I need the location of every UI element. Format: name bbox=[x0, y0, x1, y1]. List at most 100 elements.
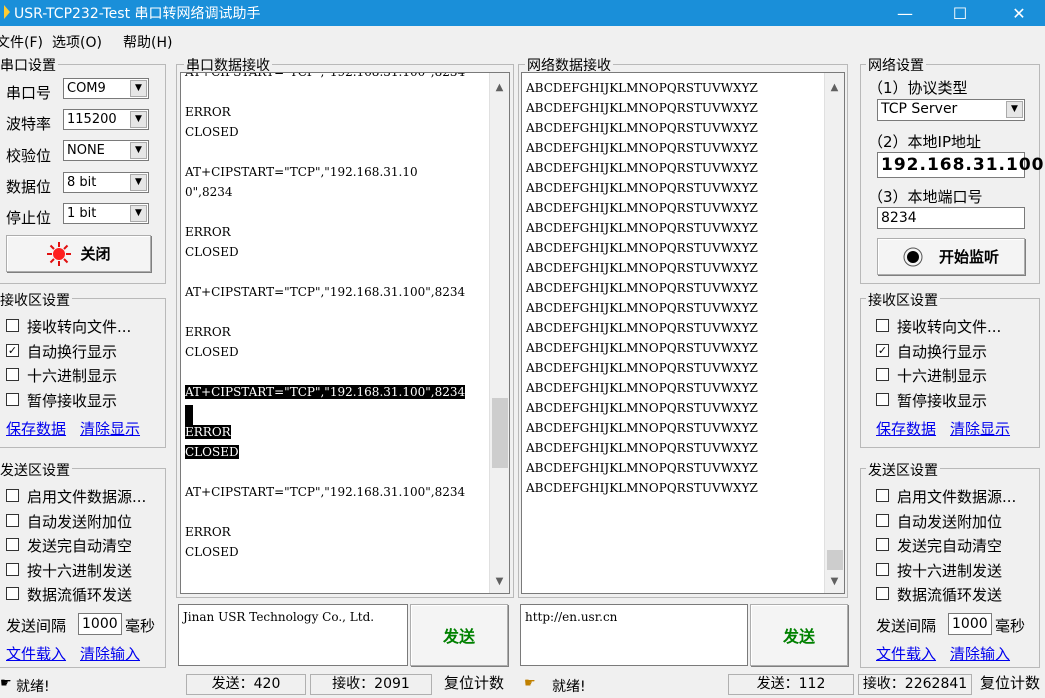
reset-count-left[interactable]: 复位计数 bbox=[436, 674, 512, 695]
menu-file[interactable]: 文件(F) bbox=[0, 32, 43, 52]
local-ip-input[interactable]: 192.168.31.100 bbox=[877, 152, 1044, 178]
chevron-down-icon[interactable]: ▼ bbox=[1006, 101, 1023, 118]
left-send-checkbox-label-2[interactable]: 发送完自动清空 bbox=[27, 535, 132, 556]
chevron-down-icon[interactable]: ▼ bbox=[491, 573, 508, 590]
menu-help[interactable]: 帮助(H) bbox=[123, 32, 172, 52]
port-select[interactable]: COM9 ▼ bbox=[63, 78, 149, 99]
left-recv-checkbox-label-1[interactable]: 自动换行显示 bbox=[27, 341, 117, 362]
chevron-down-icon[interactable]: ▼ bbox=[130, 174, 147, 191]
net-send-textarea[interactable]: http://en.usr.cn bbox=[520, 604, 748, 666]
left-save-data-link[interactable]: 保存数据 bbox=[6, 418, 66, 439]
serial-log-line bbox=[185, 405, 193, 425]
left-recv-checkbox-3[interactable] bbox=[6, 392, 19, 406]
left-recv-checkbox-0[interactable] bbox=[6, 319, 19, 332]
left-recv-checkbox-label-0[interactable]: 接收转向文件... bbox=[27, 316, 131, 337]
protocol-value: TCP Server bbox=[881, 101, 958, 117]
net-send-button[interactable]: 发送 bbox=[750, 604, 848, 666]
right-send-checkbox-label-1[interactable]: 自动发送附加位 bbox=[897, 511, 1002, 532]
left-send-checkbox-label-1[interactable]: 自动发送附加位 bbox=[27, 511, 132, 532]
scroll-thumb[interactable] bbox=[492, 398, 508, 468]
right-send-checkbox-label-3[interactable]: 按十六进制发送 bbox=[897, 560, 1002, 581]
right-recv-checkbox-label-1[interactable]: 自动换行显示 bbox=[897, 341, 987, 362]
left-send-checkbox-0[interactable] bbox=[6, 489, 19, 502]
stopbits-select[interactable]: 1 bit ▼ bbox=[63, 203, 149, 224]
right-recv-checkbox-1[interactable]: ✓ bbox=[876, 343, 889, 357]
right-send-checkbox-1[interactable] bbox=[876, 513, 889, 527]
left-send-checkbox-1[interactable] bbox=[6, 513, 19, 527]
right-file-load-link[interactable]: 文件载入 bbox=[876, 643, 936, 664]
right-recv-checkbox-2[interactable] bbox=[876, 368, 889, 381]
serial-close-button[interactable]: 关闭 bbox=[6, 235, 151, 272]
databits-label: 数据位 bbox=[6, 178, 52, 196]
right-send-checkbox-label-0[interactable]: 启用文件数据源... bbox=[897, 486, 1016, 507]
right-recv-checkbox-3[interactable] bbox=[876, 392, 889, 406]
local-port-input[interactable]: 8234 bbox=[877, 207, 1025, 229]
port-label: 串口号 bbox=[6, 84, 52, 102]
scroll-thumb[interactable] bbox=[827, 550, 843, 570]
net-log-line: ABCDEFGHIJKLMNOPQRSTUVWXYZ bbox=[526, 341, 758, 355]
title-bar[interactable]: USR-TCP232-Test 串口转网络调试助手 — ☐ ✕ bbox=[0, 0, 1045, 26]
right-recv-checkbox-label-0[interactable]: 接收转向文件... bbox=[897, 316, 1001, 337]
protocol-select[interactable]: TCP Server ▼ bbox=[877, 99, 1025, 121]
right-save-data-link[interactable]: 保存数据 bbox=[876, 418, 936, 439]
databits-value: 8 bit bbox=[67, 175, 97, 190]
right-send-checkbox-3[interactable] bbox=[876, 562, 889, 576]
left-send-checkbox-3[interactable] bbox=[6, 562, 19, 576]
left-interval-input[interactable]: 1000 bbox=[78, 613, 122, 635]
right-send-checkbox-4[interactable] bbox=[876, 587, 889, 600]
chevron-down-icon[interactable]: ▼ bbox=[130, 111, 147, 128]
maximize-button[interactable]: ☐ bbox=[937, 0, 983, 26]
right-recv-checkbox-0[interactable] bbox=[876, 319, 889, 332]
left-recv-checkbox-label-2[interactable]: 十六进制显示 bbox=[27, 365, 117, 386]
left-recv-checkbox-2[interactable] bbox=[6, 368, 19, 381]
parity-label: 校验位 bbox=[6, 147, 52, 165]
left-send-checkbox-label-4[interactable]: 数据流循环发送 bbox=[27, 584, 132, 605]
databits-select[interactable]: 8 bit ▼ bbox=[63, 172, 149, 193]
right-clear-input-link[interactable]: 清除输入 bbox=[950, 643, 1010, 664]
right-send-checkbox-0[interactable] bbox=[876, 489, 889, 502]
right-clear-display-link[interactable]: 清除显示 bbox=[950, 418, 1010, 439]
left-send-checkbox-label-3[interactable]: 按十六进制发送 bbox=[27, 560, 132, 581]
parity-select[interactable]: NONE ▼ bbox=[63, 140, 149, 161]
right-send-checkbox-label-4[interactable]: 数据流循环发送 bbox=[897, 584, 1002, 605]
serial-send-button[interactable]: 发送 bbox=[410, 604, 508, 666]
chevron-down-icon[interactable]: ▼ bbox=[130, 80, 147, 97]
start-listen-button[interactable]: 开始监听 bbox=[877, 238, 1025, 275]
net-log-line: ABCDEFGHIJKLMNOPQRSTUVWXYZ bbox=[526, 241, 758, 255]
serial-log-line: ERROR bbox=[185, 525, 231, 539]
left-send-checkbox-label-0[interactable]: 启用文件数据源... bbox=[27, 486, 146, 507]
stopbits-value: 1 bit bbox=[67, 206, 97, 221]
serial-log-line: CLOSED bbox=[185, 345, 239, 359]
left-send-checkbox-2[interactable] bbox=[6, 538, 19, 551]
chevron-down-icon[interactable]: ▼ bbox=[130, 205, 147, 222]
left-recv-checkbox-label-3[interactable]: 暂停接收显示 bbox=[27, 390, 117, 411]
status-sent-left: 发送：420 bbox=[186, 674, 306, 695]
right-recv-checkbox-label-2[interactable]: 十六进制显示 bbox=[897, 365, 987, 386]
right-recv-checkbox-label-3[interactable]: 暂停接收显示 bbox=[897, 390, 987, 411]
right-interval-input[interactable]: 1000 bbox=[948, 613, 992, 635]
chevron-down-icon[interactable]: ▼ bbox=[130, 142, 147, 159]
menu-options[interactable]: 选项(O) bbox=[52, 32, 102, 52]
minimize-button[interactable]: — bbox=[882, 0, 928, 26]
close-window-button[interactable]: ✕ bbox=[996, 0, 1042, 26]
serial-receive-textarea[interactable]: AT+CIPSTART="TCP","192.168.31.100",8234 E… bbox=[180, 72, 510, 594]
baud-select[interactable]: 115200 ▼ bbox=[63, 109, 149, 130]
serial-log-line: CLOSED bbox=[185, 245, 239, 259]
net-send-label: 发送 bbox=[782, 627, 815, 646]
left-clear-display-link[interactable]: 清除显示 bbox=[80, 418, 140, 439]
reset-count-right[interactable]: 复位计数 bbox=[976, 674, 1045, 695]
net-receive-scrollbar[interactable]: ▲ ▼ bbox=[824, 73, 844, 593]
left-send-checkbox-4[interactable] bbox=[6, 587, 19, 600]
chevron-up-icon[interactable]: ▲ bbox=[826, 79, 843, 96]
left-file-load-link[interactable]: 文件载入 bbox=[6, 643, 66, 664]
right-send-checkbox-2[interactable] bbox=[876, 538, 889, 551]
serial-send-textarea[interactable]: Jinan USR Technology Co., Ltd. bbox=[178, 604, 408, 666]
chevron-down-icon[interactable]: ▼ bbox=[826, 573, 843, 590]
left-recv-checkbox-1[interactable]: ✓ bbox=[6, 343, 19, 357]
left-clear-input-link[interactable]: 清除输入 bbox=[80, 643, 140, 664]
chevron-up-icon[interactable]: ▲ bbox=[491, 79, 508, 96]
serial-receive-scrollbar[interactable]: ▲ ▼ bbox=[489, 73, 509, 593]
status-received-right: 接收：2262841 bbox=[858, 674, 972, 695]
net-receive-textarea[interactable]: ABCDEFGHIJKLMNOPQRSTUVWXYZ ABCDEFGHIJKLMN… bbox=[521, 72, 845, 594]
right-send-checkbox-label-2[interactable]: 发送完自动清空 bbox=[897, 535, 1002, 556]
